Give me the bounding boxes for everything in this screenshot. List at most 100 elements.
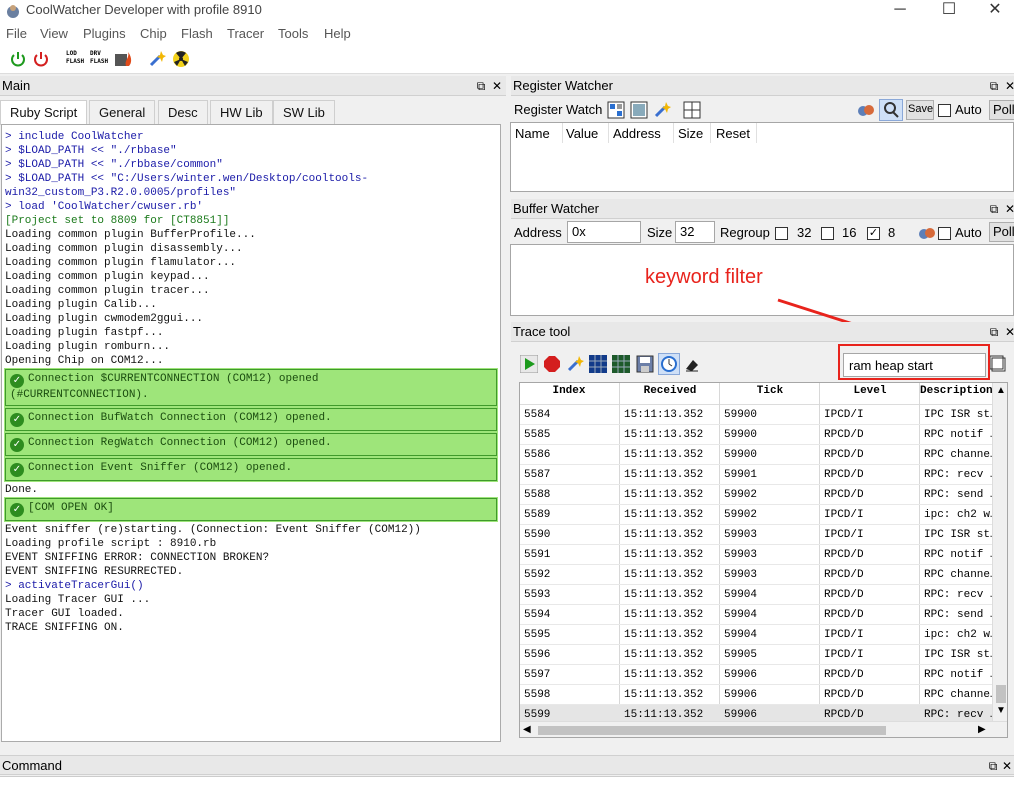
trace-clear-icon[interactable] <box>683 355 701 373</box>
trace-row[interactable]: 5593 15:11:13.352 59904 RPCD/D RPC: recv … <box>520 585 997 605</box>
trace-row[interactable]: 5590 15:11:13.352 59903 IPCD/I IPC ISR st… <box>520 525 997 545</box>
tab-desc[interactable]: Desc <box>158 100 208 124</box>
ruby-console[interactable]: > include CoolWatcher > $LOAD_PATH << "./… <box>1 124 501 742</box>
scroll-up-arrow[interactable]: ▲ <box>996 385 1006 396</box>
register-table[interactable]: Name Value Address Size Reset <box>510 122 1014 192</box>
trace-cell-received: 15:11:13.352 <box>624 469 704 481</box>
menu-file[interactable]: File <box>6 26 27 41</box>
trace-grid-icon[interactable] <box>589 355 607 373</box>
menu-tools[interactable]: Tools <box>278 26 308 41</box>
trace-cell-received: 15:11:13.352 <box>624 569 704 581</box>
column-header-level[interactable]: Level <box>820 385 920 405</box>
register-poll-button[interactable]: Poll <box>989 100 1014 120</box>
trace-row[interactable]: 5595 15:11:13.352 59904 IPCD/I ipc: ch2 w… <box>520 625 997 645</box>
regroup-16-checkbox[interactable] <box>821 227 834 240</box>
console-line: Loading plugin romburn... <box>5 341 171 353</box>
trace-row[interactable]: 5585 15:11:13.352 59900 RPCD/D RPC notif … <box>520 425 997 445</box>
command-input-area[interactable] <box>0 776 1014 798</box>
trace-row[interactable]: 5586 15:11:13.352 59900 RPCD/D RPC channe… <box>520 445 997 465</box>
trace-save-icon[interactable] <box>636 355 654 373</box>
register-watcher-close-button[interactable]: ✕ <box>1003 78 1014 94</box>
fastpf-flash-icon[interactable] <box>114 50 132 68</box>
filter-options-icon[interactable] <box>989 355 1007 373</box>
stop-icon[interactable] <box>543 355 561 373</box>
power-off-icon[interactable] <box>32 50 50 68</box>
main-dock-float-button[interactable]: ⧉ <box>474 78 488 94</box>
command-dock-float-button[interactable]: ⧉ <box>986 758 1000 774</box>
buffer-auto-checkbox[interactable] <box>938 227 951 240</box>
buffer-poll-button[interactable]: Poll <box>989 222 1014 242</box>
command-dock-close-button[interactable]: ✕ <box>1000 758 1014 774</box>
trace-row[interactable]: 5592 15:11:13.352 59903 RPCD/D RPC channe… <box>520 565 997 585</box>
play-icon[interactable] <box>519 354 539 374</box>
buffer-address-input[interactable]: 0x <box>567 221 641 243</box>
regroup-32-checkbox[interactable] <box>775 227 788 240</box>
trace-wand-icon[interactable] <box>566 355 584 373</box>
buffer-watcher-close-button[interactable]: ✕ <box>1003 201 1014 217</box>
column-header-received[interactable]: Received <box>620 385 720 405</box>
lod-flash-icon[interactable]: LOD FLASH <box>66 50 84 68</box>
trace-row[interactable]: 5589 15:11:13.352 59902 IPCD/I ipc: ch2 w… <box>520 505 997 525</box>
trace-vertical-scrollbar[interactable]: ▲ ▼ <box>992 383 1007 721</box>
maximize-button[interactable]: ☐ <box>926 0 972 22</box>
buffer-people-icon[interactable] <box>918 225 936 241</box>
trace-tool-close-button[interactable]: ✕ <box>1003 324 1014 340</box>
trace-table[interactable]: Index Received Tick Level Description 55… <box>519 382 1008 738</box>
tab-sw-lib[interactable]: SW Lib <box>273 100 335 124</box>
menu-plugins[interactable]: Plugins <box>83 26 126 41</box>
trace-row[interactable]: 5596 15:11:13.352 59905 IPCD/I IPC ISR st… <box>520 645 997 665</box>
register-save-button[interactable]: Save <box>906 100 934 120</box>
register-search-icon[interactable] <box>879 99 903 121</box>
trace-row[interactable]: 5594 15:11:13.352 59904 RPCD/D RPC: send … <box>520 605 997 625</box>
wand-icon[interactable] <box>148 50 166 68</box>
register-watcher-float-button[interactable]: ⧉ <box>987 78 1001 94</box>
trace-horizontal-scrollbar[interactable]: ◀ ▶ <box>520 721 1007 737</box>
trace-row[interactable]: 5587 15:11:13.352 59901 RPCD/D RPC: recv … <box>520 465 997 485</box>
horizontal-scroll-thumb[interactable] <box>538 726 886 735</box>
register-add-icon[interactable] <box>607 101 625 119</box>
trace-row[interactable]: 5598 15:11:13.352 59906 RPCD/D RPC channe… <box>520 685 997 705</box>
trace-grid-edit-icon[interactable] <box>612 355 630 373</box>
trace-row[interactable]: 5584 15:11:13.352 59900 IPCD/I IPC ISR st… <box>520 405 997 425</box>
menu-tracer[interactable]: Tracer <box>227 26 264 41</box>
column-header-tick[interactable]: Tick <box>720 385 820 405</box>
scroll-right-arrow[interactable]: ▶ <box>978 724 986 735</box>
scroll-down-arrow[interactable]: ▼ <box>996 705 1006 716</box>
column-header-value[interactable]: Value <box>566 126 598 141</box>
column-header-name[interactable]: Name <box>515 126 550 141</box>
register-people-icon[interactable] <box>857 102 875 118</box>
menu-view[interactable]: View <box>40 26 68 41</box>
power-on-icon[interactable] <box>9 50 27 68</box>
scroll-left-arrow[interactable]: ◀ <box>523 724 531 735</box>
column-header-size[interactable]: Size <box>678 126 703 141</box>
register-table-icon[interactable] <box>683 101 701 119</box>
close-button[interactable]: ✕ <box>972 0 1014 22</box>
tab-hw-lib[interactable]: HW Lib <box>210 100 273 124</box>
tab-ruby-script[interactable]: Ruby Script <box>0 100 88 125</box>
trace-row[interactable]: 5588 15:11:13.352 59902 RPCD/D RPC: send … <box>520 485 997 505</box>
buffer-watcher-float-button[interactable]: ⧉ <box>987 201 1001 217</box>
column-header-description[interactable]: Description <box>920 385 993 405</box>
tab-general[interactable]: General <box>89 100 156 124</box>
column-header-address[interactable]: Address <box>613 126 661 141</box>
main-dock-close-button[interactable]: ✕ <box>490 78 504 94</box>
column-header-index[interactable]: Index <box>520 385 618 405</box>
menu-chip[interactable]: Chip <box>140 26 167 41</box>
radiation-icon[interactable] <box>172 50 190 68</box>
trace-cell-description: ipc: ch2 w… <box>924 509 997 521</box>
trace-tool-float-button[interactable]: ⧉ <box>987 324 1001 340</box>
trace-clock-icon[interactable] <box>658 353 680 375</box>
register-auto-checkbox[interactable] <box>938 104 951 117</box>
minimize-button[interactable]: ─ <box>877 0 923 22</box>
menu-flash[interactable]: Flash <box>181 26 213 41</box>
buffer-size-input[interactable]: 32 <box>675 221 715 243</box>
drv-flash-icon[interactable]: DRV FLASH <box>90 50 108 68</box>
register-wand-icon[interactable] <box>653 101 671 119</box>
menu-help[interactable]: Help <box>324 26 351 41</box>
trace-row[interactable]: 5597 15:11:13.352 59906 RPCD/D RPC notif … <box>520 665 997 685</box>
vertical-scroll-thumb[interactable] <box>996 685 1006 703</box>
regroup-8-checkbox[interactable]: ✓ <box>867 227 880 240</box>
column-header-reset[interactable]: Reset <box>716 126 750 141</box>
register-grid-icon[interactable] <box>630 101 648 119</box>
trace-row[interactable]: 5591 15:11:13.352 59903 RPCD/D RPC notif … <box>520 545 997 565</box>
